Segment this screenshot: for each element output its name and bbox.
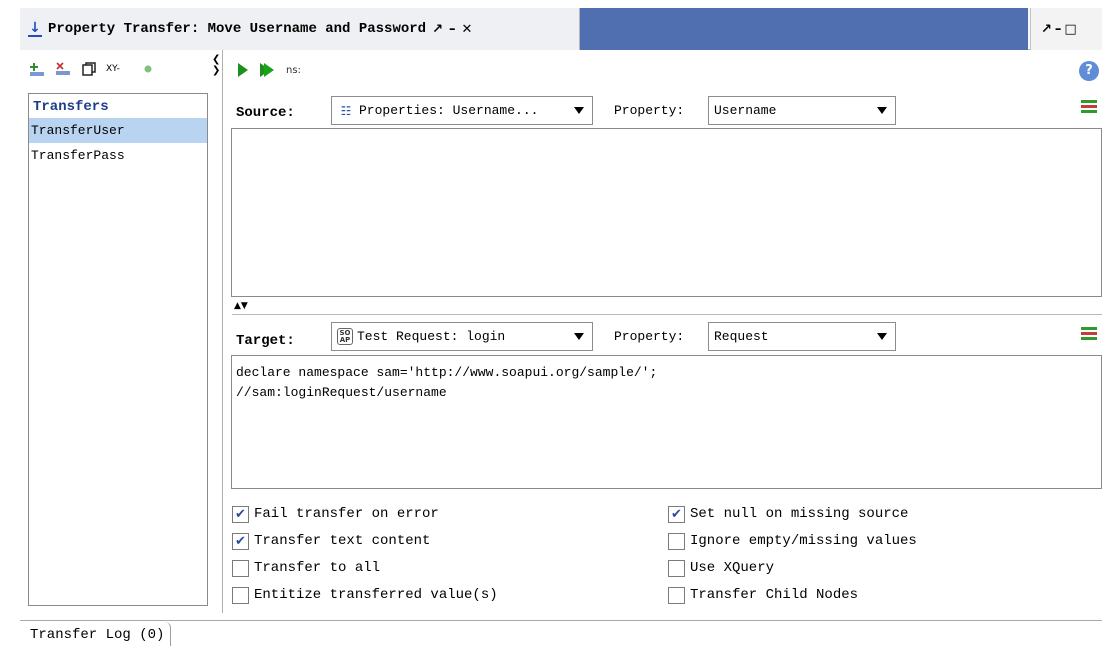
window-controls: ↗ – □	[1030, 8, 1102, 50]
chevron-down-icon	[877, 333, 887, 340]
target-label: Target:	[236, 333, 295, 349]
transfers-toolbar: XY-	[24, 54, 210, 84]
chevron-down-icon	[877, 107, 887, 114]
splitter[interactable]	[232, 314, 1102, 315]
rename-transfer-button[interactable]: XY-	[106, 64, 120, 74]
source-step-select[interactable]: ☷ Properties: Username...	[331, 96, 593, 125]
declare-namespaces-button[interactable]: ns:	[286, 65, 301, 76]
chevron-down-icon	[574, 333, 584, 340]
checkbox[interactable]	[668, 532, 685, 550]
option-transfer-child-nodes[interactable]: Transfer Child Nodes	[668, 584, 917, 606]
source-property-value: Username	[714, 103, 777, 118]
source-expression-icon[interactable]	[1081, 100, 1097, 114]
tab-strip-filler	[580, 8, 1028, 50]
chevron-down-icon	[574, 107, 584, 114]
transfer-toolbar: ns:	[232, 56, 1102, 84]
help-icon[interactable]: ?	[1079, 61, 1099, 81]
maximize-window-icon[interactable]: □	[1064, 22, 1076, 37]
log-panel-bar	[20, 620, 1102, 646]
detach-icon[interactable]: ↗	[432, 22, 443, 37]
option-transfer-text-content[interactable]: ✔ Transfer text content	[232, 530, 498, 552]
option-label: Entitize transferred value(s)	[254, 587, 498, 603]
run-transfer-icon[interactable]	[238, 63, 248, 77]
checkbox-checked[interactable]: ✔	[668, 505, 685, 523]
soap-request-icon: SO AP	[337, 328, 353, 345]
option-label: Transfer text content	[254, 533, 431, 549]
options-right: ✔ Set null on missing source Ignore empt…	[668, 503, 917, 606]
title-bar: ↓ Property Transfer: Move Username and P…	[20, 8, 1102, 50]
list-item[interactable]: TransferUser	[29, 118, 207, 143]
copy-transfer-icon[interactable]	[82, 62, 96, 76]
download-icon: ↓	[28, 20, 42, 37]
checkbox-checked[interactable]: ✔	[232, 532, 249, 550]
delete-transfer-icon[interactable]	[56, 62, 72, 76]
option-ignore-empty-missing-values[interactable]: Ignore empty/missing values	[668, 530, 917, 552]
option-label: Fail transfer on error	[254, 506, 439, 522]
option-set-null-on-missing-source[interactable]: ✔ Set null on missing source	[668, 503, 917, 525]
source-step-value: Properties: Username...	[359, 103, 539, 118]
status-dot-icon	[144, 65, 152, 73]
close-icon[interactable]: ✕	[461, 22, 472, 37]
target-step-value: Test Request: login	[357, 329, 506, 344]
target-property-value: Request	[714, 329, 769, 344]
option-label: Set null on missing source	[690, 506, 909, 522]
properties-icon: ☷	[340, 103, 352, 118]
checkbox[interactable]	[232, 559, 249, 577]
minimize-window-icon[interactable]: –	[1055, 22, 1062, 37]
target-expression-icon[interactable]	[1081, 327, 1097, 341]
collapse-panel-icon[interactable]: ❮ ❯	[212, 54, 222, 82]
option-entitize-transferred-values[interactable]: Entitize transferred value(s)	[232, 584, 498, 606]
transfer-log-tab[interactable]: Transfer Log (0)	[24, 622, 172, 646]
checkbox[interactable]	[232, 586, 249, 604]
add-transfer-icon[interactable]	[30, 62, 46, 76]
checkbox[interactable]	[668, 559, 685, 577]
target-property-select[interactable]: Request	[708, 322, 896, 351]
editor-tab[interactable]: ↓ Property Transfer: Move Username and P…	[20, 8, 580, 50]
panel-divider[interactable]	[222, 50, 223, 613]
checkbox[interactable]	[668, 586, 685, 604]
target-step-select[interactable]: SO AP Test Request: login	[331, 322, 593, 351]
source-expression-editor[interactable]	[231, 128, 1102, 297]
option-fail-transfer-on-error[interactable]: ✔ Fail transfer on error	[232, 503, 498, 525]
option-transfer-to-all[interactable]: Transfer to all	[232, 557, 498, 579]
checkbox-checked[interactable]: ✔	[232, 505, 249, 523]
source-property-select[interactable]: Username	[708, 96, 896, 125]
splitter-arrows-icon[interactable]: ▲▼	[234, 301, 248, 311]
source-property-label: Property:	[614, 103, 685, 118]
list-item[interactable]: TransferPass	[29, 143, 207, 168]
list-title: Transfers	[33, 99, 109, 115]
run-all-transfers-icon[interactable]	[260, 63, 274, 77]
detach-window-icon[interactable]: ↗	[1041, 22, 1052, 37]
target-expression-editor[interactable]: declare namespace sam='http://www.soapui…	[231, 355, 1102, 489]
option-label: Ignore empty/missing values	[690, 533, 917, 549]
target-property-label: Property:	[614, 329, 685, 344]
source-label: Source:	[236, 105, 295, 121]
option-label: Use XQuery	[690, 560, 775, 576]
transfers-list: Transfers TransferUser TransferPass	[28, 93, 208, 606]
options-left: ✔ Fail transfer on error ✔ Transfer text…	[232, 503, 498, 606]
option-use-xquery[interactable]: Use XQuery	[668, 557, 917, 579]
option-label: Transfer Child Nodes	[690, 587, 859, 603]
minimize-icon[interactable]: –	[449, 22, 456, 37]
option-label: Transfer to all	[254, 560, 381, 576]
window-title: Property Transfer: Move Username and Pas…	[48, 21, 427, 37]
